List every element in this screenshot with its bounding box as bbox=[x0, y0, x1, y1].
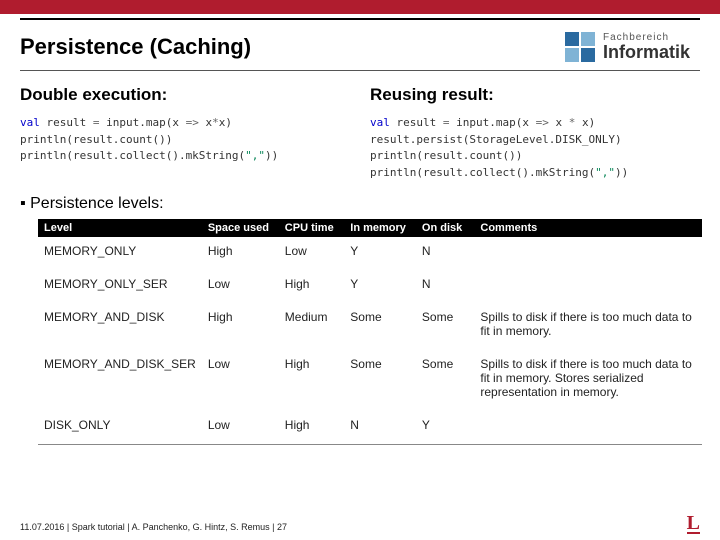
accent-bar bbox=[0, 0, 720, 14]
table-header-row: Level Space used CPU time In memory On d… bbox=[38, 219, 702, 237]
code-text: input.map(x bbox=[449, 116, 535, 129]
table-body: MEMORY_ONLY High Low Y N MEMORY_ONLY_SER… bbox=[38, 237, 702, 444]
left-column: Double execution: val result = input.map… bbox=[20, 85, 360, 181]
cell: N bbox=[416, 270, 474, 303]
left-heading: Double execution: bbox=[20, 85, 360, 105]
table-row: MEMORY_ONLY High Low Y N bbox=[38, 237, 702, 270]
code-text: println(result.count()) bbox=[370, 149, 522, 162]
code-text: x) bbox=[575, 116, 595, 129]
code-text: )) bbox=[265, 149, 278, 162]
op: * bbox=[212, 116, 219, 129]
page-title: Persistence (Caching) bbox=[20, 34, 251, 60]
th-mem: In memory bbox=[344, 219, 416, 237]
cell: High bbox=[279, 350, 344, 411]
cell: Medium bbox=[279, 303, 344, 350]
cell bbox=[474, 270, 702, 303]
kw: val bbox=[370, 116, 390, 129]
logo-squares-icon bbox=[565, 32, 595, 62]
cell: Low bbox=[279, 237, 344, 270]
code-text: result.persist(StorageLevel.DISK_ONLY) bbox=[370, 133, 622, 146]
cell: MEMORY_ONLY_SER bbox=[38, 270, 202, 303]
cell: High bbox=[279, 411, 344, 444]
cell: Spills to disk if there is too much data… bbox=[474, 350, 702, 411]
persist-label-text: Persistence levels: bbox=[30, 195, 163, 212]
kw: val bbox=[20, 116, 40, 129]
cell: High bbox=[202, 237, 279, 270]
th-disk: On disk bbox=[416, 219, 474, 237]
code-text: println(result.collect().mkString( bbox=[20, 149, 245, 162]
cell: High bbox=[202, 303, 279, 350]
code-columns: Double execution: val result = input.map… bbox=[0, 81, 720, 181]
cell: N bbox=[416, 237, 474, 270]
str: "," bbox=[595, 166, 615, 179]
code-text: input.map(x bbox=[99, 116, 185, 129]
cell: High bbox=[279, 270, 344, 303]
cell: Some bbox=[416, 303, 474, 350]
cell: Some bbox=[344, 350, 416, 411]
code-text: println(result.count()) bbox=[20, 133, 172, 146]
code-text: x bbox=[199, 116, 212, 129]
cell: Y bbox=[344, 270, 416, 303]
table-row: DISK_ONLY Low High N Y bbox=[38, 411, 702, 444]
code-text: x) bbox=[219, 116, 232, 129]
code-text: x bbox=[549, 116, 569, 129]
footer-logo: L bbox=[687, 514, 700, 534]
levels-table-wrap: Level Space used CPU time In memory On d… bbox=[38, 219, 702, 444]
cell: N bbox=[344, 411, 416, 444]
th-comments: Comments bbox=[474, 219, 702, 237]
cell: Some bbox=[344, 303, 416, 350]
cell: Y bbox=[344, 237, 416, 270]
cell: Low bbox=[202, 350, 279, 411]
th-level: Level bbox=[38, 219, 202, 237]
left-code: val result = input.map(x => x*x) println… bbox=[20, 115, 360, 165]
dept-logo: Fachbereich Informatik bbox=[565, 32, 690, 62]
code-text: result bbox=[390, 116, 443, 129]
cell: Spills to disk if there is too much data… bbox=[474, 303, 702, 350]
right-column: Reusing result: val result = input.map(x… bbox=[370, 85, 710, 181]
op: => bbox=[186, 116, 199, 129]
bullet-icon: ▪ bbox=[20, 195, 30, 212]
levels-table: Level Space used CPU time In memory On d… bbox=[38, 219, 702, 444]
header-rule bbox=[20, 70, 700, 71]
op: => bbox=[536, 116, 549, 129]
cell: Low bbox=[202, 411, 279, 444]
cell bbox=[474, 237, 702, 270]
table-row: MEMORY_ONLY_SER Low High Y N bbox=[38, 270, 702, 303]
header: Persistence (Caching) Fachbereich Inform… bbox=[0, 20, 720, 70]
footer-text: 11.07.2016 | Spark tutorial | A. Panchen… bbox=[20, 522, 287, 532]
cell: MEMORY_AND_DISK_SER bbox=[38, 350, 202, 411]
logo-line2: Informatik bbox=[603, 43, 690, 61]
logo-text: Fachbereich Informatik bbox=[603, 33, 690, 61]
code-text: )) bbox=[615, 166, 628, 179]
th-cpu: CPU time bbox=[279, 219, 344, 237]
cell: Y bbox=[416, 411, 474, 444]
str: "," bbox=[245, 149, 265, 162]
cell: MEMORY_ONLY bbox=[38, 237, 202, 270]
right-heading: Reusing result: bbox=[370, 85, 710, 105]
table-row: MEMORY_AND_DISK High Medium Some Some Sp… bbox=[38, 303, 702, 350]
cell bbox=[474, 411, 702, 444]
cell: Low bbox=[202, 270, 279, 303]
cell: Some bbox=[416, 350, 474, 411]
table-row: MEMORY_AND_DISK_SER Low High Some Some S… bbox=[38, 350, 702, 411]
table-bottom-rule bbox=[38, 444, 702, 445]
th-space: Space used bbox=[202, 219, 279, 237]
code-text: result bbox=[40, 116, 93, 129]
cell: MEMORY_AND_DISK bbox=[38, 303, 202, 350]
right-code: val result = input.map(x => x * x) resul… bbox=[370, 115, 710, 181]
code-text: println(result.collect().mkString( bbox=[370, 166, 595, 179]
cell: DISK_ONLY bbox=[38, 411, 202, 444]
persistence-levels-heading: ▪ Persistence levels: bbox=[0, 181, 720, 219]
